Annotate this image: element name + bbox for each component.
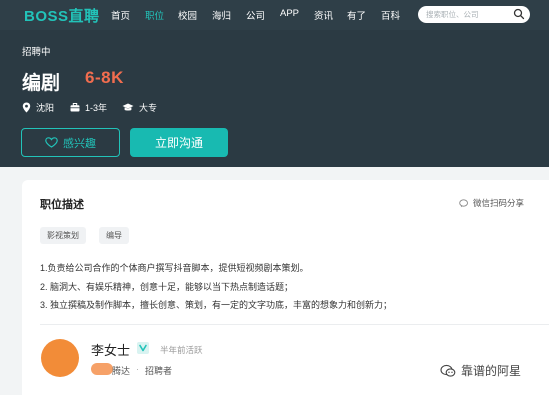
- nav-item-jobs[interactable]: 职位: [145, 8, 164, 22]
- wechat-share-link[interactable]: 微信扫码分享: [459, 197, 524, 209]
- nav-item-campus[interactable]: 校园: [178, 8, 197, 22]
- graduation-cap-icon: [122, 103, 134, 111]
- description-line: 3. 独立撰稿及制作脚本，擅长创意、策划，有一定的文字功底，丰富的想象力和创新力…: [40, 300, 393, 310]
- job-experience: 1-3年: [70, 101, 107, 114]
- description-line: 1.负责给公司合作的个体商户撰写抖音脚本，提供短视频剧本策划。: [40, 263, 309, 273]
- recruiter-active-status: 半年前活跃: [160, 345, 203, 355]
- recruiter-name: 李女士: [91, 343, 131, 358]
- job-status: 招聘中: [22, 47, 51, 58]
- search-icon[interactable]: [513, 8, 525, 20]
- section-divider: [40, 324, 549, 325]
- job-salary: 6-8K: [85, 68, 124, 87]
- experience-text: 1-3年: [85, 103, 108, 113]
- job-location: 沈阳: [22, 101, 54, 114]
- location-pin-icon: [22, 102, 31, 113]
- briefcase-icon: [70, 103, 80, 112]
- verified-badge-icon: [137, 342, 149, 354]
- description-line: 2. 脑洞大、有娱乐精神，创意十足，能够以当下热点制造话题；: [40, 282, 294, 292]
- job-title: 编剧: [22, 73, 61, 94]
- recruiter-avatar[interactable]: [41, 339, 79, 377]
- boss-logo[interactable]: BOSS直聘: [24, 5, 100, 26]
- watermark-text: 靠谱的阿星: [461, 364, 522, 378]
- nav-item-wiki[interactable]: 百科: [381, 8, 400, 22]
- wechat-icon: [459, 198, 468, 207]
- location-text: 沈阳: [36, 103, 55, 113]
- interest-button[interactable]: 感兴趣: [21, 128, 120, 157]
- search-placeholder: 搜索职位、公司: [426, 10, 479, 19]
- heart-icon: [45, 137, 58, 148]
- nav-item-news[interactable]: 资讯: [314, 8, 333, 22]
- redacted-company-mark: [91, 363, 113, 375]
- chat-now-button[interactable]: 立即沟通: [130, 128, 228, 157]
- separator-dot: ·: [136, 364, 139, 374]
- job-education: 大专: [122, 101, 157, 114]
- education-text: 大专: [139, 103, 158, 113]
- skill-tag: 编导: [99, 227, 129, 244]
- search-input[interactable]: 搜索职位、公司: [418, 6, 530, 23]
- wechat-channel-icon: [440, 364, 456, 377]
- interest-label: 感兴趣: [63, 137, 96, 150]
- share-label: 微信扫码分享: [473, 198, 525, 208]
- skill-tag: 影视策划: [40, 227, 86, 244]
- recruiter-company: 腾达: [112, 366, 131, 376]
- wechat-watermark: 靠谱的阿星: [440, 362, 521, 379]
- chat-label: 立即沟通: [154, 136, 203, 150]
- nav-item-home[interactable]: 首页: [111, 8, 130, 22]
- nav-item-youle[interactable]: 有了: [347, 8, 366, 22]
- top-nav-bar: BOSS直聘 首页 职位 校园 海归 公司 APP 资讯 有了 百科 搜索职位、…: [0, 0, 549, 30]
- nav-item-company[interactable]: 公司: [246, 8, 265, 22]
- nav-item-overseas[interactable]: 海归: [212, 8, 231, 22]
- nav-item-app[interactable]: APP: [280, 8, 299, 19]
- section-title: 职位描述: [40, 199, 84, 211]
- recruiter-role: 招聘者: [145, 366, 173, 376]
